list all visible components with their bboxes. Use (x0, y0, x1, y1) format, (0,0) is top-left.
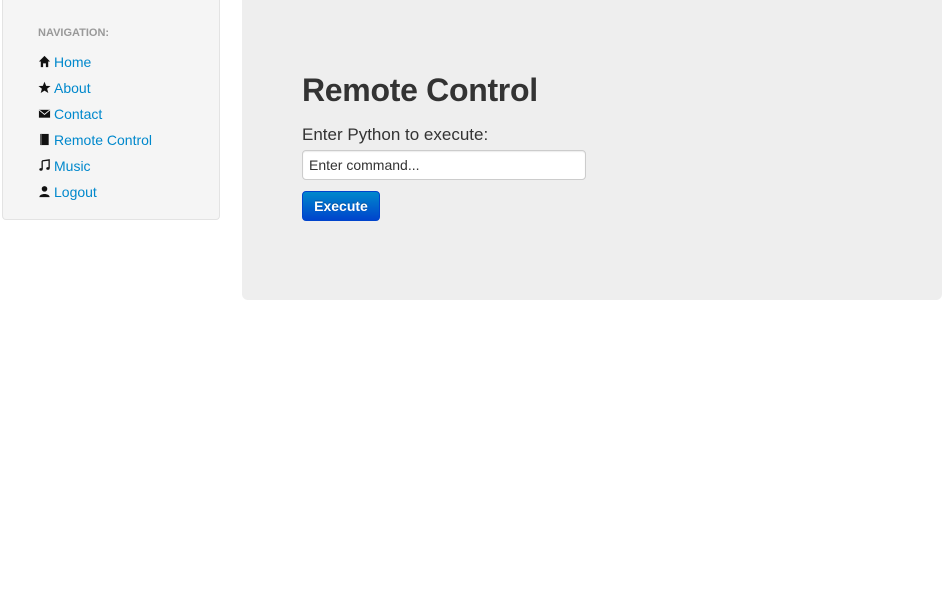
sidebar-nav: NAVIGATION: Home About Contact Remote Co… (2, 0, 220, 220)
sidebar-item-about[interactable]: About (38, 75, 152, 101)
sidebar-item-label[interactable]: Contact (54, 106, 102, 122)
nav-header: NAVIGATION: (38, 27, 110, 39)
sidebar-item-label[interactable]: About (54, 80, 91, 96)
command-prompt-label: Enter Python to execute: (302, 125, 489, 144)
sidebar-item-music[interactable]: Music (38, 153, 152, 179)
home-icon (38, 55, 52, 69)
sidebar-item-label[interactable]: Music (54, 158, 91, 174)
sidebar-item-label[interactable]: Home (54, 54, 91, 70)
sidebar-item-label[interactable]: Remote Control (54, 132, 152, 148)
star-icon (38, 81, 52, 95)
music-icon (38, 159, 52, 173)
sidebar-item-home[interactable]: Home (38, 49, 152, 75)
sidebar-item-contact[interactable]: Contact (38, 101, 152, 127)
sidebar-item-label[interactable]: Logout (54, 184, 97, 200)
command-input[interactable] (302, 150, 586, 180)
envelope-icon (38, 107, 52, 121)
execute-button[interactable]: Execute (302, 191, 380, 221)
page-title: Remote Control (302, 72, 538, 108)
remote-control-panel: Remote Control Enter Python to execute: … (242, 0, 942, 300)
book-icon (38, 133, 52, 147)
sidebar-item-remote-control[interactable]: Remote Control (38, 127, 152, 153)
user-icon (38, 185, 52, 199)
sidebar-item-logout[interactable]: Logout (38, 179, 152, 205)
nav-list: Home About Contact Remote Control Music (38, 49, 152, 205)
